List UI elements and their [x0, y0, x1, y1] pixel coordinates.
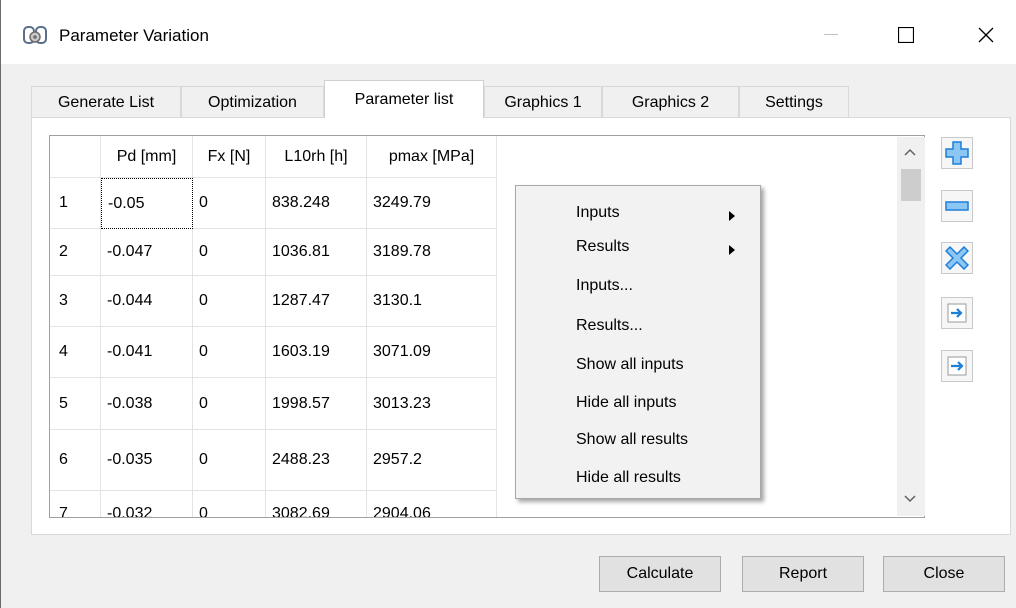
tab-parameter-list[interactable]: Parameter list	[324, 80, 484, 118]
column-header-l10rh[interactable]: L10rh [h]	[266, 136, 367, 178]
menu-item-hide-all-results[interactable]: Hide all results	[517, 461, 759, 495]
table-cell[interactable]: 0	[193, 327, 266, 378]
table-cell[interactable]: 0	[193, 378, 266, 430]
row-header[interactable]: 2	[50, 229, 101, 276]
table-cell[interactable]: 3082.69	[266, 491, 367, 517]
table-cell[interactable]: -0.041	[101, 327, 193, 378]
delete-all-button[interactable]	[941, 242, 973, 274]
menu-item-results-dialog[interactable]: Results...	[517, 309, 759, 343]
menu-item-label: Inputs	[576, 204, 620, 221]
add-row-button[interactable]	[941, 137, 973, 169]
row-header[interactable]: 1	[50, 178, 101, 229]
remove-row-icon	[945, 201, 969, 211]
table-cell[interactable]: 0	[193, 276, 266, 327]
import-icon	[947, 303, 967, 323]
column-header-pmax[interactable]: pmax [MPa]	[367, 136, 497, 178]
tab-settings[interactable]: Settings	[739, 86, 849, 118]
export-icon	[947, 356, 967, 376]
table-cell[interactable]: 838.248	[266, 178, 367, 229]
tab-generate-list[interactable]: Generate List	[31, 86, 181, 118]
close-button[interactable]: Close	[883, 556, 1005, 592]
table-cell[interactable]: -0.038	[101, 378, 193, 430]
table-cell[interactable]: 2488.23	[266, 430, 367, 491]
column-header-fx[interactable]: Fx [N]	[193, 136, 266, 178]
tab-graphics-1[interactable]: Graphics 1	[484, 86, 602, 118]
menu-item-inputs-submenu[interactable]: Inputs	[517, 196, 759, 230]
report-button[interactable]: Report	[742, 556, 864, 592]
table-cell[interactable]: 0	[193, 229, 266, 276]
submenu-arrow-icon	[729, 208, 735, 226]
tab-graphics-2[interactable]: Graphics 2	[602, 86, 739, 118]
table-cell[interactable]: 0	[193, 430, 266, 491]
submenu-arrow-icon	[729, 242, 735, 260]
calculate-button[interactable]: Calculate	[599, 556, 721, 592]
table-cell[interactable]: -0.035	[101, 430, 193, 491]
add-row-icon	[945, 141, 969, 165]
table-cell[interactable]: -0.05	[101, 178, 193, 229]
row-header[interactable]: 5	[50, 378, 101, 430]
table-cell[interactable]: 2957.2	[367, 430, 497, 491]
menu-item-results-submenu[interactable]: Results	[517, 230, 759, 264]
table-cell[interactable]: 0	[193, 178, 266, 229]
column-header-pd[interactable]: Pd [mm]	[101, 136, 193, 178]
row-header[interactable]: 7	[50, 491, 101, 517]
app-logo-icon	[23, 24, 47, 46]
table-cell[interactable]: 3189.78	[367, 229, 497, 276]
row-header[interactable]: 3	[50, 276, 101, 327]
table-cell[interactable]: 1603.19	[266, 327, 367, 378]
table-cell[interactable]: 3013.23	[367, 378, 497, 430]
close-icon	[978, 27, 994, 43]
table-cell[interactable]: 3130.1	[367, 276, 497, 327]
menu-item-hide-all-inputs[interactable]: Hide all inputs	[517, 386, 759, 420]
table-cell[interactable]: -0.044	[101, 276, 193, 327]
maximize-icon	[898, 27, 914, 43]
table-vertical-scrollbar[interactable]	[897, 137, 925, 516]
table-cell[interactable]: -0.032	[101, 491, 193, 517]
tab-optimization[interactable]: Optimization	[181, 86, 324, 118]
table-cell[interactable]: 2904.06	[367, 491, 497, 517]
minimize-button[interactable]	[811, 18, 851, 52]
title-bar[interactable]: Parameter Variation	[1, 0, 1016, 64]
row-header[interactable]: 6	[50, 430, 101, 491]
context-menu: Inputs Results Inputs... Results... Show…	[515, 185, 761, 499]
parameter-table[interactable]: Pd [mm] Fx [N] L10rh [h] pmax [MPa] 1 -0…	[49, 135, 925, 518]
table-cell[interactable]: 1998.57	[266, 378, 367, 430]
row-header[interactable]: 4	[50, 327, 101, 378]
menu-item-inputs-dialog[interactable]: Inputs...	[517, 269, 759, 303]
corner-header[interactable]	[50, 136, 101, 178]
table-cell[interactable]: 3249.79	[367, 178, 497, 229]
table-cell[interactable]: 3071.09	[367, 327, 497, 378]
table-cell[interactable]: 0	[193, 491, 266, 517]
close-window-button[interactable]	[966, 18, 1006, 52]
menu-item-label: Results	[576, 238, 630, 255]
parameter-variation-window: Parameter Variation Generate List Optimi…	[0, 0, 1016, 608]
remove-row-button[interactable]	[941, 190, 973, 222]
import-button[interactable]	[941, 297, 973, 329]
menu-item-show-all-inputs[interactable]: Show all inputs	[517, 348, 759, 382]
window-title: Parameter Variation	[59, 26, 209, 45]
minimize-icon	[824, 34, 838, 35]
maximize-button[interactable]	[886, 18, 926, 52]
scrollbar-thumb[interactable]	[901, 169, 921, 201]
scroll-down-arrow-icon[interactable]	[904, 490, 916, 508]
scroll-up-arrow-icon[interactable]	[904, 143, 916, 161]
menu-item-show-all-results[interactable]: Show all results	[517, 423, 759, 457]
table-cell[interactable]: 1287.47	[266, 276, 367, 327]
delete-all-icon	[945, 246, 969, 270]
table-cell[interactable]: -0.047	[101, 229, 193, 276]
table-cell[interactable]: 1036.81	[266, 229, 367, 276]
export-button[interactable]	[941, 350, 973, 382]
